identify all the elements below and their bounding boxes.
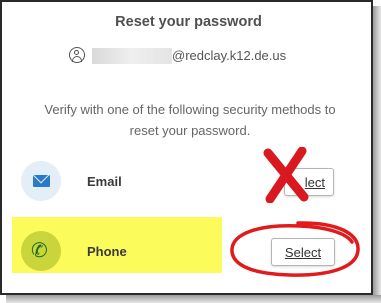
instructions-text: Verify with one of the following securit…: [44, 102, 336, 138]
redacted-username: [92, 48, 172, 64]
user-circle-icon: [69, 47, 85, 63]
phone-icon: ✆: [21, 231, 61, 271]
method-label-phone: Phone: [87, 244, 127, 259]
email-domain: @redclay.k12.de.us: [172, 48, 287, 63]
red-x-mark: [263, 147, 309, 203]
dialog-title: Reset your password: [115, 14, 262, 30]
method-label-email: Email: [87, 174, 122, 189]
frame-shadow-right: [373, 6, 381, 303]
envelope-icon: [21, 161, 61, 201]
red-circle-annotation: [230, 221, 360, 277]
frame-shadow-bottom: [6, 295, 381, 303]
